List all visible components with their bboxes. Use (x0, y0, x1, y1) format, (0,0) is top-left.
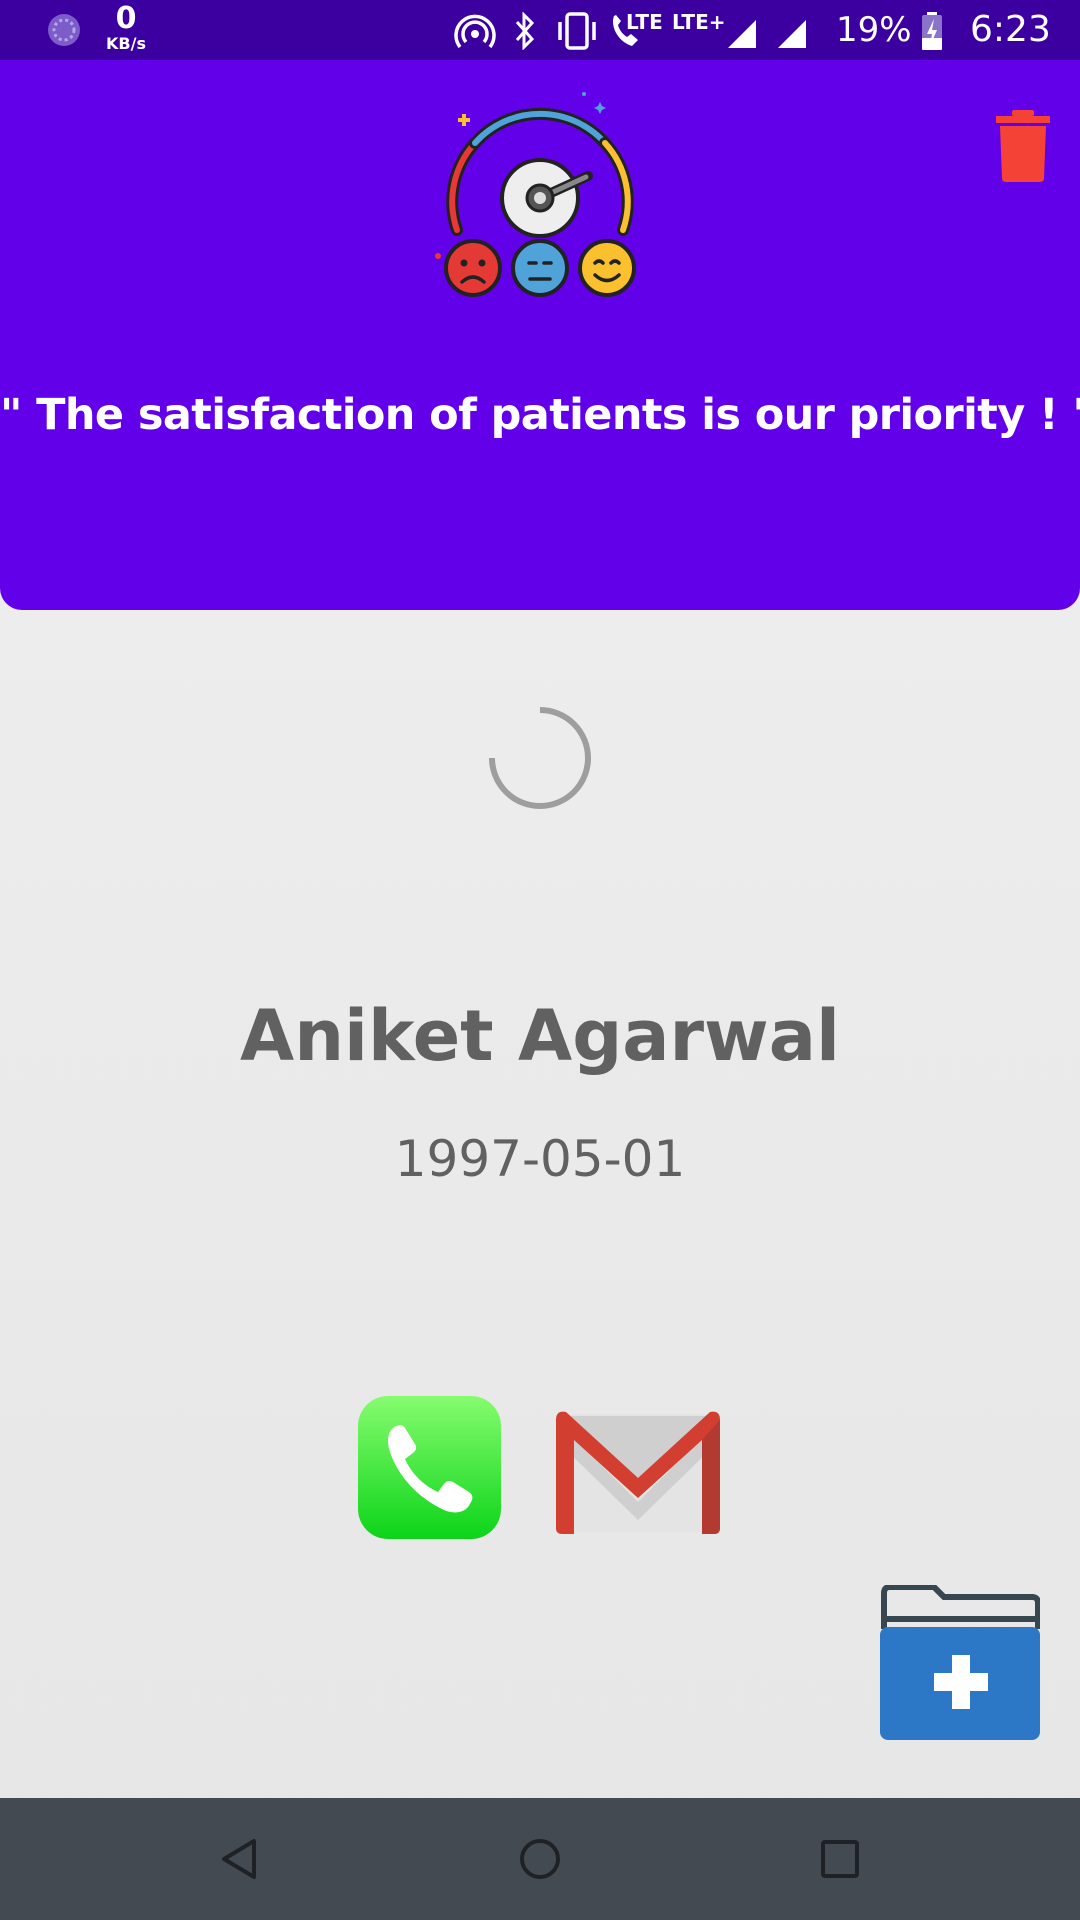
signal-strength-icon (728, 20, 756, 48)
status-bar: 0 KB/s LTE LTE+ 19% 6:23 (0, 0, 1080, 60)
recents-square-icon[interactable] (810, 1829, 870, 1889)
gmail-icon[interactable] (556, 1410, 720, 1534)
patient-dob: 1997-05-01 (394, 1130, 686, 1188)
signal-strength-2-icon (778, 20, 806, 48)
trash-icon[interactable] (994, 110, 1052, 182)
clock: 6:23 (970, 9, 1051, 50)
navigation-bar (0, 1798, 1080, 1920)
home-circle-icon[interactable] (510, 1829, 570, 1889)
network-label-1: LTE (626, 10, 663, 34)
data-speed: 0 KB/s (104, 4, 148, 52)
satisfaction-meter-icon (435, 92, 636, 297)
header-banner: " The satisfaction of patients is our pr… (0, 60, 1080, 610)
phone-icon[interactable] (358, 1396, 501, 1539)
data-speed-value: 0 (115, 1, 137, 36)
back-triangle-icon[interactable] (210, 1829, 270, 1889)
network-label-2: LTE+ (672, 10, 726, 34)
data-speed-unit: KB/s (106, 34, 146, 53)
sync-indicator-icon (48, 14, 80, 46)
hotspot-icon (454, 14, 496, 49)
bluetooth-icon (515, 12, 535, 50)
battery-charging-icon (922, 12, 942, 50)
patient-name: Aniket Agarwal (240, 995, 840, 1077)
medical-folder-icon[interactable] (880, 1585, 1040, 1740)
battery-percent: 19% (836, 10, 912, 50)
loading-spinner (489, 707, 591, 809)
tagline: " The satisfaction of patients is our pr… (0, 390, 1080, 440)
vibrate-icon (558, 12, 596, 50)
